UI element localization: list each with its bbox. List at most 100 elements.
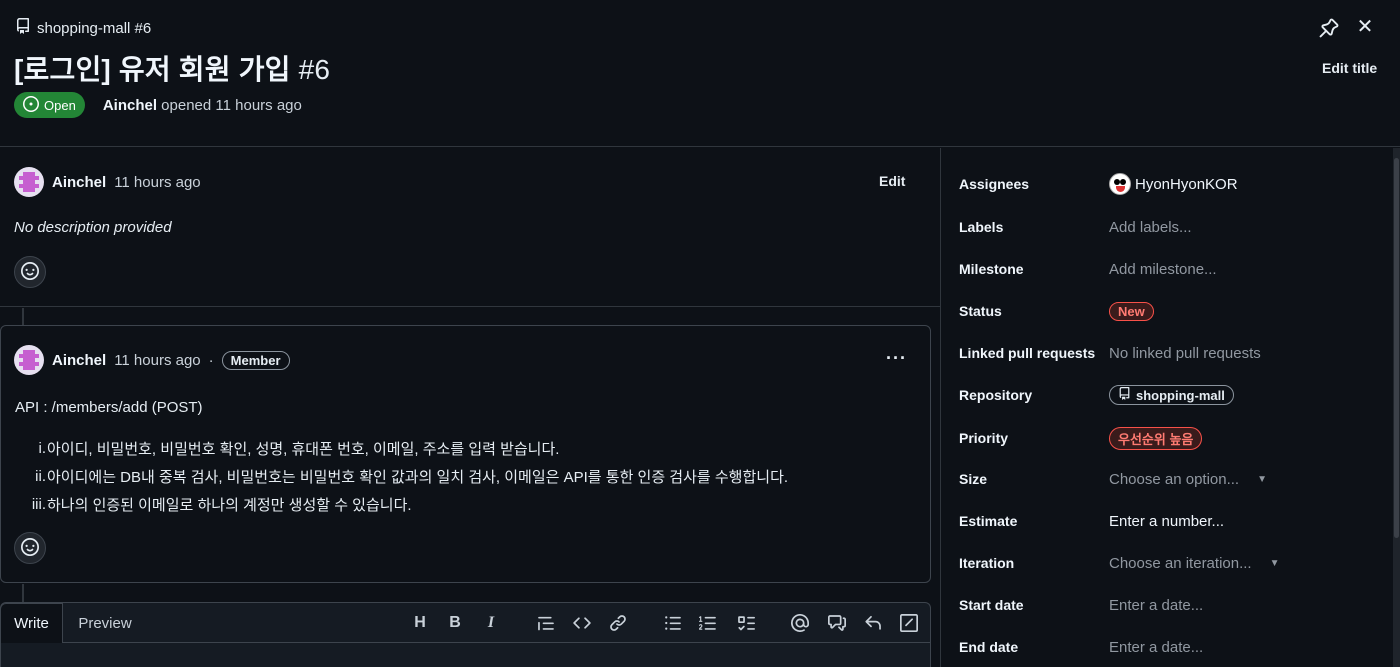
mention-icon[interactable] (790, 613, 810, 633)
list-item: ii. 아이디에는 DB내 중복 검사, 비밀번호는 비밀번호 확인 값과의 일… (15, 462, 788, 490)
reply-icon[interactable] (863, 613, 883, 633)
task-list-icon[interactable] (736, 613, 756, 633)
comment-time[interactable]: 11 hours ago (114, 174, 200, 191)
avatar[interactable] (14, 167, 44, 197)
sidebar-item-assignees[interactable]: Assignees HyonHyonKOR (959, 172, 1238, 196)
sidebar-label: Linked pull requests (959, 345, 1096, 361)
repo-name[interactable]: shopping-mall #6 (37, 20, 151, 37)
kebab-icon[interactable]: ··· (886, 348, 907, 369)
repo-icon (1118, 387, 1131, 403)
sidebar-item-priority[interactable]: Priority 우선순위 높음 (959, 426, 1203, 450)
add-reaction-button[interactable] (14, 256, 46, 288)
tab-write[interactable]: Write (0, 603, 63, 643)
sidebar-scrollbar[interactable] (1393, 148, 1400, 667)
iteration-select[interactable]: Choose an iteration... ▼ (1109, 555, 1280, 572)
italic-icon[interactable]: I (481, 613, 501, 633)
sidebar-item-estimate[interactable]: Estimate Enter a number... (959, 509, 1224, 533)
size-value: Choose an option... (1109, 470, 1240, 488)
issue-title: [로그인] 유저 회원 가입 #6 (14, 48, 330, 88)
link-icon[interactable] (608, 613, 628, 633)
comment-author[interactable]: Ainchel (52, 352, 106, 369)
size-select[interactable]: Choose an option... ▼ (1109, 471, 1267, 488)
repository-badge[interactable]: shopping-mall (1109, 385, 1234, 405)
slash-command-icon[interactable] (899, 613, 919, 633)
timeline-line (22, 584, 24, 602)
comment-api-line: API : /members/add (POST) (15, 399, 203, 416)
sidebar-item-labels[interactable]: Labels Add labels... (959, 215, 1192, 239)
avatar[interactable] (14, 345, 44, 375)
quote-icon[interactable] (536, 613, 556, 633)
toolbar-divider (63, 642, 930, 643)
sidebar-item-size[interactable]: Size Choose an option... ▼ (959, 467, 1267, 491)
edit-title-button[interactable]: Edit title (1322, 60, 1377, 76)
iteration-value: Choose an iteration... (1109, 554, 1252, 572)
assignee-name[interactable]: HyonHyonKOR (1135, 176, 1238, 193)
list-item-text: 아이디, 비밀번호, 비밀번호 확인, 성명, 휴대폰 번호, 이메일, 주소를… (47, 440, 560, 458)
unordered-list-icon[interactable] (663, 613, 683, 633)
comment-time[interactable]: 11 hours ago (114, 352, 200, 369)
sidebar-label: Iteration (959, 555, 1015, 571)
sidebar-label: Priority (959, 430, 1009, 446)
comment: Ainchel 11 hours ago · Member ··· API : … (0, 325, 931, 583)
code-icon[interactable] (572, 613, 592, 633)
caret-down-icon: ▼ (1269, 557, 1280, 569)
status-badge[interactable]: New (1109, 301, 1154, 321)
issue-sidebar: Assignees HyonHyonKOR Labels Add labels.… (941, 148, 1400, 667)
issue-open-icon (23, 95, 39, 115)
timeline-line (22, 308, 24, 325)
add-reaction-button[interactable] (14, 532, 46, 564)
list-item-text: 하나의 인증된 이메일로 하나의 계정만 생성할 수 있습니다. (47, 496, 412, 514)
assignee-value[interactable]: HyonHyonKOR (1109, 173, 1238, 195)
issue-main: Ainchel 11 hours ago Edit No description… (0, 148, 940, 667)
list-item: iii. 하나의 인증된 이메일로 하나의 계정만 생성할 수 있습니다. (15, 490, 788, 518)
sidebar-item-iteration[interactable]: Iteration Choose an iteration... ▼ (959, 551, 1280, 575)
list-marker: ii. (35, 467, 46, 485)
labels-value[interactable]: Add labels... (1109, 219, 1192, 236)
sidebar-label: Labels (959, 219, 1004, 235)
issue-body: Ainchel 11 hours ago Edit No description… (0, 148, 940, 307)
sidebar-item-status[interactable]: Status New (959, 299, 1154, 323)
sidebar-item-start-date[interactable]: Start date Enter a date... (959, 593, 1203, 617)
issue-author[interactable]: Ainchel (103, 97, 157, 114)
issue-state-row: Open Ainchel opened 11 hours ago (14, 92, 302, 118)
comment-header: Ainchel 11 hours ago · Member (14, 345, 290, 375)
end-date-input[interactable]: Enter a date... (1109, 639, 1203, 656)
comment-author[interactable]: Ainchel (52, 174, 106, 191)
issue-number: #6 (298, 54, 331, 85)
close-icon[interactable]: ✕ (1356, 17, 1374, 37)
priority-badge[interactable]: 우선순위 높음 (1109, 426, 1203, 450)
sidebar-label: Repository (959, 387, 1033, 403)
sidebar-item-repository[interactable]: Repository shopping-mall (959, 383, 1234, 407)
sidebar-label: Start date (959, 597, 1024, 613)
heading-icon[interactable]: H (410, 613, 430, 633)
linked-prs-value: No linked pull requests (1109, 344, 1261, 362)
scrollbar-thumb[interactable] (1394, 158, 1399, 538)
sidebar-item-end-date[interactable]: End date Enter a date... (959, 635, 1203, 659)
sidebar-label: Estimate (959, 513, 1018, 529)
state-label: Open (44, 97, 76, 113)
member-badge: Member (221, 350, 290, 370)
milestone-value[interactable]: Add milestone... (1109, 261, 1217, 278)
sidebar-label: Size (959, 471, 988, 487)
list-marker: iii. (31, 495, 46, 513)
bold-icon[interactable]: B (445, 613, 465, 633)
repo-link[interactable]: shopping-mall #6 (15, 18, 151, 38)
smiley-icon (21, 537, 39, 559)
sidebar-item-linked-prs[interactable]: Linked pull requests No linked pull requ… (959, 341, 1261, 365)
opened-time: opened 11 hours ago (161, 96, 302, 114)
repo-icon (15, 18, 31, 38)
issue-header: shopping-mall #6 [로그인] 유저 회원 가입 #6 Open … (0, 0, 1400, 147)
sidebar-label: End date (959, 639, 1019, 655)
sidebar-item-milestone[interactable]: Milestone Add milestone... (959, 257, 1217, 281)
tab-preview[interactable]: Preview (63, 603, 147, 643)
issue-description: No description provided (14, 219, 172, 236)
pin-icon[interactable] (1319, 18, 1339, 38)
reference-icon[interactable] (827, 613, 847, 633)
start-date-input[interactable]: Enter a date... (1109, 597, 1203, 614)
opened-info: Ainchel opened 11 hours ago (103, 97, 302, 114)
open-state-badge: Open (14, 92, 85, 118)
estimate-input[interactable]: Enter a number... (1109, 513, 1224, 530)
edit-button[interactable]: Edit (879, 173, 905, 189)
separator-dot: · (208, 351, 214, 369)
ordered-list-icon[interactable] (698, 613, 718, 633)
